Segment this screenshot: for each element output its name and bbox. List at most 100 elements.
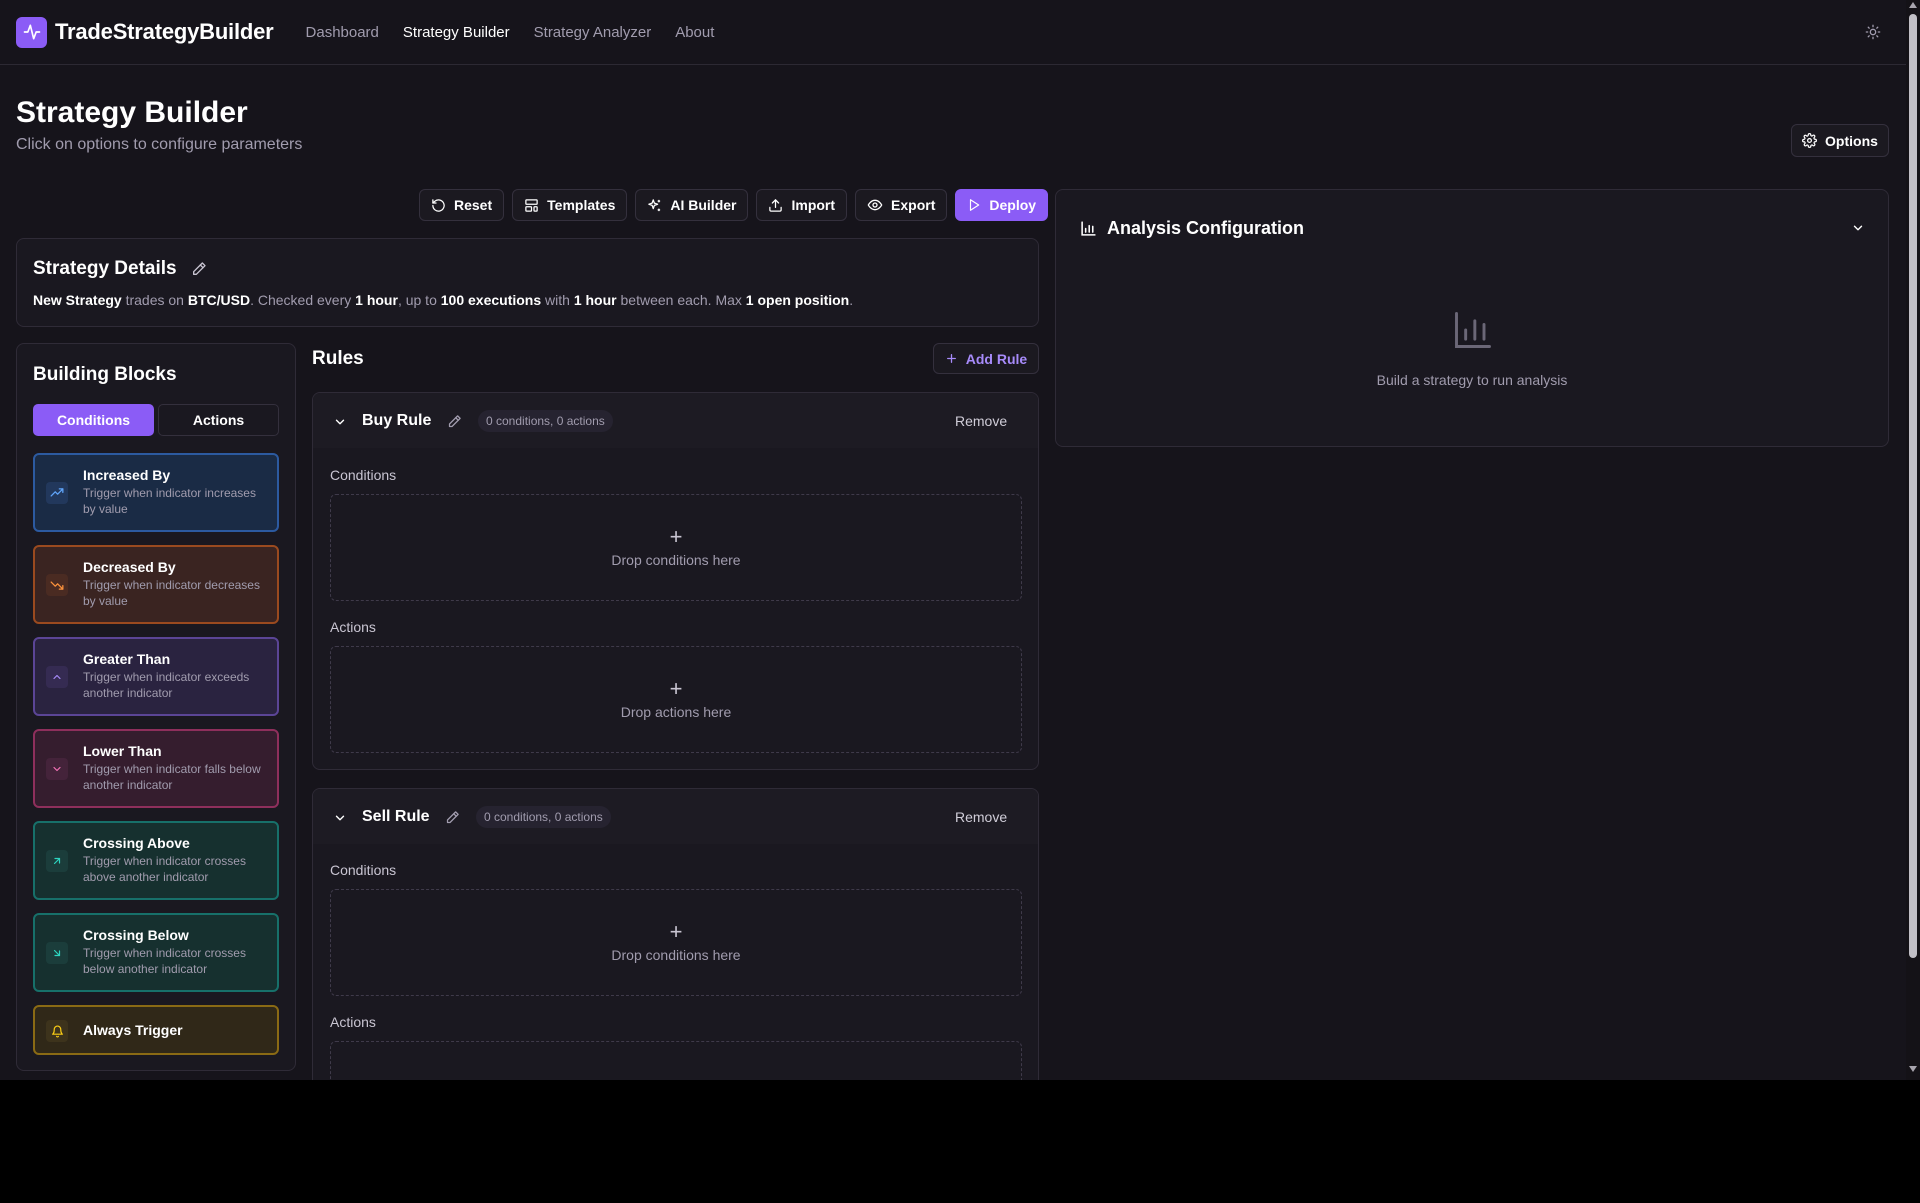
pencil-icon[interactable] bbox=[191, 261, 207, 277]
nav-about[interactable]: About bbox=[675, 24, 714, 41]
block-description: Trigger when indicator decreases by valu… bbox=[83, 578, 260, 608]
strategy-summary: New Strategy trades on BTC/USD. Checked … bbox=[33, 292, 853, 308]
chevron-down-icon[interactable] bbox=[333, 415, 347, 429]
brand-name[interactable]: TradeStrategyBuilder bbox=[55, 19, 274, 45]
rule-card-buy: Buy Rule 0 conditions, 0 actions Remove … bbox=[312, 392, 1039, 770]
export-button[interactable]: Export bbox=[855, 189, 948, 221]
strategy-details-title: Strategy Details bbox=[33, 258, 177, 279]
conditions-label: Conditions bbox=[330, 862, 397, 878]
trending-up-icon bbox=[46, 482, 68, 504]
block-crossing-below[interactable]: Crossing Below Trigger when indicator cr… bbox=[33, 913, 279, 992]
rule-count-badge: 0 conditions, 0 actions bbox=[478, 410, 613, 432]
block-description: Trigger when indicator increases by valu… bbox=[83, 486, 256, 516]
dropzone-text: Drop conditions here bbox=[611, 552, 741, 568]
max-positions[interactable]: 1 open position bbox=[746, 292, 849, 308]
rule-header: Sell Rule 0 conditions, 0 actions Remove bbox=[313, 789, 1038, 844]
ai-builder-label: AI Builder bbox=[670, 197, 737, 213]
block-always-trigger[interactable]: Always Trigger bbox=[33, 1005, 279, 1055]
theme-toggle-sun-icon[interactable] bbox=[1863, 22, 1883, 42]
conditions-dropzone[interactable]: + Drop conditions here bbox=[330, 889, 1022, 996]
analysis-empty-text: Build a strategy to run analysis bbox=[1376, 372, 1568, 388]
block-description: Trigger when indicator crosses above ano… bbox=[83, 854, 246, 884]
dropzone-text: Drop conditions here bbox=[611, 947, 741, 963]
add-rule-label: Add Rule bbox=[965, 350, 1028, 367]
add-rule-button[interactable]: Add Rule bbox=[933, 343, 1039, 374]
block-name: Crossing Above bbox=[83, 835, 190, 851]
building-blocks-title: Building Blocks bbox=[33, 364, 177, 385]
import-button[interactable]: Import bbox=[756, 189, 848, 221]
rule-name: Sell Rule bbox=[362, 808, 430, 825]
templates-button[interactable]: Templates bbox=[512, 189, 628, 221]
arrow-up-right-icon bbox=[46, 850, 68, 872]
remove-rule-button[interactable]: Remove bbox=[955, 809, 1007, 825]
check-interval[interactable]: 1 hour bbox=[355, 292, 398, 308]
block-lower-than[interactable]: Lower Than Trigger when indicator falls … bbox=[33, 729, 279, 808]
sparkles-icon bbox=[648, 198, 661, 211]
conditions-dropzone[interactable]: + Drop conditions here bbox=[330, 494, 1022, 601]
block-crossing-above[interactable]: Crossing Above Trigger when indicator cr… bbox=[33, 821, 279, 900]
max-executions[interactable]: 100 executions bbox=[441, 292, 541, 308]
reset-label: Reset bbox=[454, 197, 493, 213]
block-name: Crossing Below bbox=[83, 927, 189, 943]
actions-label: Actions bbox=[330, 1014, 376, 1030]
page-scrollbar[interactable] bbox=[1906, 0, 1920, 1080]
deploy-button[interactable]: Deploy bbox=[955, 189, 1049, 221]
bar-chart-empty-icon bbox=[1455, 312, 1491, 348]
summary-text: . bbox=[849, 292, 854, 308]
scroll-thumb[interactable] bbox=[1909, 14, 1917, 958]
block-name: Decreased By bbox=[83, 559, 176, 575]
chevron-down-icon[interactable] bbox=[1851, 221, 1865, 235]
upload-icon bbox=[769, 198, 783, 212]
summary-text: , up to bbox=[397, 292, 437, 308]
nav-strategy-builder[interactable]: Strategy Builder bbox=[403, 24, 510, 41]
plus-icon: + bbox=[669, 524, 683, 549]
page-subtitle: Click on options to configure parameters bbox=[16, 136, 303, 153]
page-title: Strategy Builder bbox=[16, 96, 248, 129]
scroll-up-arrow-icon[interactable] bbox=[1909, 2, 1917, 8]
remove-rule-button[interactable]: Remove bbox=[955, 413, 1007, 429]
trading-pair[interactable]: BTC/USD bbox=[188, 292, 250, 308]
rule-name: Buy Rule bbox=[362, 412, 432, 429]
tab-actions[interactable]: Actions bbox=[158, 404, 279, 436]
plus-icon bbox=[946, 354, 956, 363]
options-label: Options bbox=[1825, 132, 1878, 149]
chevron-down-icon[interactable] bbox=[333, 811, 347, 825]
summary-text: with bbox=[545, 292, 570, 308]
analysis-header[interactable]: Analysis Configuration bbox=[1080, 218, 1304, 239]
eye-icon bbox=[867, 199, 883, 211]
block-greater-than[interactable]: Greater Than Trigger when indicator exce… bbox=[33, 637, 279, 716]
tab-conditions[interactable]: Conditions bbox=[33, 404, 154, 436]
main-nav: Dashboard Strategy Builder Strategy Anal… bbox=[306, 24, 715, 41]
nav-strategy-analyzer[interactable]: Strategy Analyzer bbox=[534, 24, 652, 41]
top-navbar: TradeStrategyBuilder Dashboard Strategy … bbox=[0, 0, 1906, 65]
summary-text: between each. Max bbox=[620, 292, 742, 308]
analysis-configuration-card: Analysis Configuration Build a strategy … bbox=[1055, 189, 1889, 447]
actions-label: Actions bbox=[330, 619, 376, 635]
strategy-name[interactable]: New Strategy bbox=[33, 292, 122, 308]
block-increased-by[interactable]: Increased By Trigger when indicator incr… bbox=[33, 453, 279, 532]
options-button[interactable]: Options bbox=[1791, 124, 1889, 157]
block-description: Trigger when indicator falls below anoth… bbox=[83, 762, 261, 792]
chevron-up-icon bbox=[46, 666, 68, 688]
pencil-icon[interactable] bbox=[445, 810, 460, 825]
scroll-down-arrow-icon[interactable] bbox=[1909, 1066, 1917, 1072]
block-name: Lower Than bbox=[83, 743, 162, 759]
reset-button[interactable]: Reset bbox=[419, 189, 505, 221]
play-icon bbox=[970, 199, 980, 211]
block-description: Trigger when indicator crosses below ano… bbox=[83, 946, 246, 976]
nav-dashboard[interactable]: Dashboard bbox=[306, 24, 379, 41]
actions-dropzone[interactable]: + Drop actions here bbox=[330, 646, 1022, 753]
cooldown[interactable]: 1 hour bbox=[574, 292, 617, 308]
export-label: Export bbox=[891, 197, 936, 213]
actions-dropzone[interactable]: + bbox=[330, 1041, 1022, 1080]
rule-header: Buy Rule 0 conditions, 0 actions Remove bbox=[313, 393, 1038, 448]
arrow-down-right-icon bbox=[46, 942, 68, 964]
import-label: Import bbox=[791, 197, 836, 213]
rule-count-badge: 0 conditions, 0 actions bbox=[476, 806, 611, 828]
block-decreased-by[interactable]: Decreased By Trigger when indicator decr… bbox=[33, 545, 279, 624]
condition-block-list: Increased By Trigger when indicator incr… bbox=[33, 453, 279, 1068]
ai-builder-button[interactable]: AI Builder bbox=[635, 189, 749, 221]
summary-text: trades on bbox=[125, 292, 184, 308]
activity-logo-icon[interactable] bbox=[16, 16, 47, 48]
pencil-icon[interactable] bbox=[447, 414, 462, 429]
